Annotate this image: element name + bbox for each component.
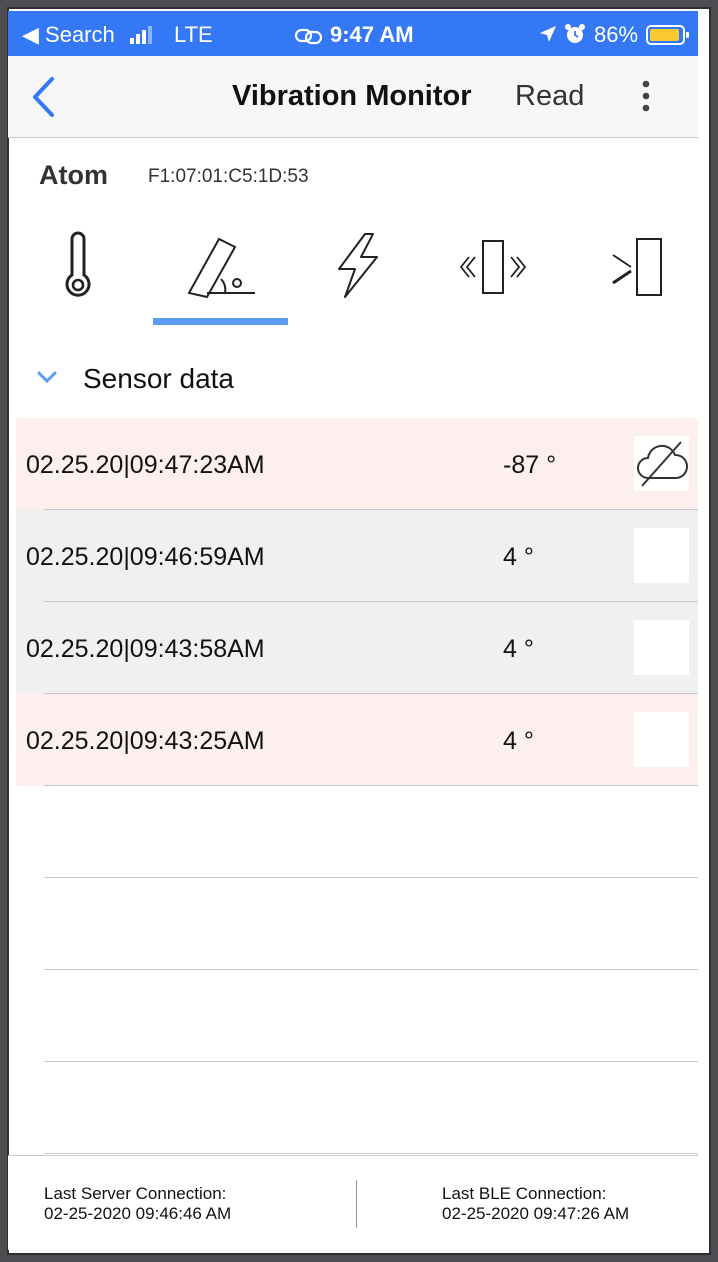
back-to-search-link[interactable]: ◀ Search xyxy=(22,22,115,48)
back-chevron-icon[interactable] xyxy=(30,76,56,123)
list-item[interactable]: 02.25.20|09:46:59AM 4 ° xyxy=(16,510,698,602)
server-connection-info: Last Server Connection: 02-25-2020 09:46… xyxy=(44,1184,231,1224)
sensor-tab-bar xyxy=(8,220,698,330)
footer-divider xyxy=(356,1180,357,1228)
list-item[interactable]: 02.25.20|09:47:23AM -87 ° xyxy=(16,418,698,510)
tab-tilt[interactable] xyxy=(153,220,288,330)
server-connection-time: 02-25-2020 09:46:46 AM xyxy=(44,1204,232,1223)
device-address: F1:07:01:C5:1D:53 xyxy=(148,166,309,187)
carrier-label: LTE xyxy=(174,22,213,47)
empty-list-row xyxy=(16,970,698,1062)
navigation-bar: Vibration Monitor Read xyxy=(8,56,698,138)
status-bar: ◀ Search LTE 9:47 AM 86% xyxy=(8,11,698,56)
row-divider xyxy=(44,1153,698,1154)
vibration-icon xyxy=(453,239,533,306)
signal-icon xyxy=(130,25,160,51)
empty-list-row xyxy=(16,878,698,970)
battery-icon xyxy=(646,25,690,51)
upload-status-box[interactable] xyxy=(634,712,689,767)
section-title: Sensor data xyxy=(83,363,234,394)
upload-status-box[interactable] xyxy=(634,620,689,675)
reading-value: 4 ° xyxy=(503,635,534,663)
ble-connection-time: 02-25-2020 09:47:26 AM xyxy=(442,1204,630,1223)
cloud-off-icon[interactable] xyxy=(634,436,689,491)
sensor-data-section-header[interactable]: Sensor data xyxy=(8,338,698,418)
list-item[interactable]: 02.25.20|09:43:25AM 4 ° xyxy=(16,694,698,786)
link-icon xyxy=(294,25,324,51)
proximity-icon xyxy=(603,237,673,306)
tab-vibration[interactable] xyxy=(428,220,558,330)
lightning-icon xyxy=(333,232,383,306)
page-title: Vibration Monitor xyxy=(232,80,472,112)
device-name: Atom xyxy=(39,160,108,190)
battery-percent: 86% xyxy=(594,22,639,47)
location-icon xyxy=(538,24,558,50)
reading-timestamp: 02.25.20|09:46:59AM xyxy=(26,543,265,571)
device-header: Atom F1:07:01:C5:1D:53 xyxy=(8,138,698,220)
selected-tab-indicator xyxy=(153,318,288,325)
alarm-icon xyxy=(563,22,587,52)
empty-list-row xyxy=(16,786,698,878)
server-connection-label: Last Server Connection: xyxy=(44,1184,227,1203)
reading-value: 4 ° xyxy=(503,543,534,571)
clock-time: 9:47 AM xyxy=(330,22,414,47)
chevron-down-icon xyxy=(36,370,58,389)
tab-proximity[interactable] xyxy=(578,220,698,330)
reading-timestamp: 02.25.20|09:47:23AM xyxy=(26,451,265,479)
connection-footer: Last Server Connection: 02-25-2020 09:46… xyxy=(8,1155,698,1250)
read-button[interactable]: Read xyxy=(515,80,584,113)
reading-value: -87 ° xyxy=(503,451,557,479)
upload-status-box[interactable] xyxy=(634,528,689,583)
reading-timestamp: 02.25.20|09:43:25AM xyxy=(26,727,265,755)
list-item[interactable]: 02.25.20|09:43:58AM 4 ° xyxy=(16,602,698,694)
readings-list: 02.25.20|09:47:23AM -87 ° 02.25.20|09:46… xyxy=(16,418,698,1154)
more-options-icon[interactable] xyxy=(638,78,654,119)
ble-connection-info: Last BLE Connection: 02-25-2020 09:47:26… xyxy=(442,1184,629,1224)
tilt-angle-icon xyxy=(181,237,261,306)
reading-timestamp: 02.25.20|09:43:58AM xyxy=(26,635,265,663)
reading-value: 4 ° xyxy=(503,727,534,755)
thermometer-icon xyxy=(58,231,98,306)
tab-power[interactable] xyxy=(298,220,418,330)
empty-list-row xyxy=(16,1062,698,1154)
tab-temperature[interactable] xyxy=(18,220,138,330)
ble-connection-label: Last BLE Connection: xyxy=(442,1184,607,1203)
